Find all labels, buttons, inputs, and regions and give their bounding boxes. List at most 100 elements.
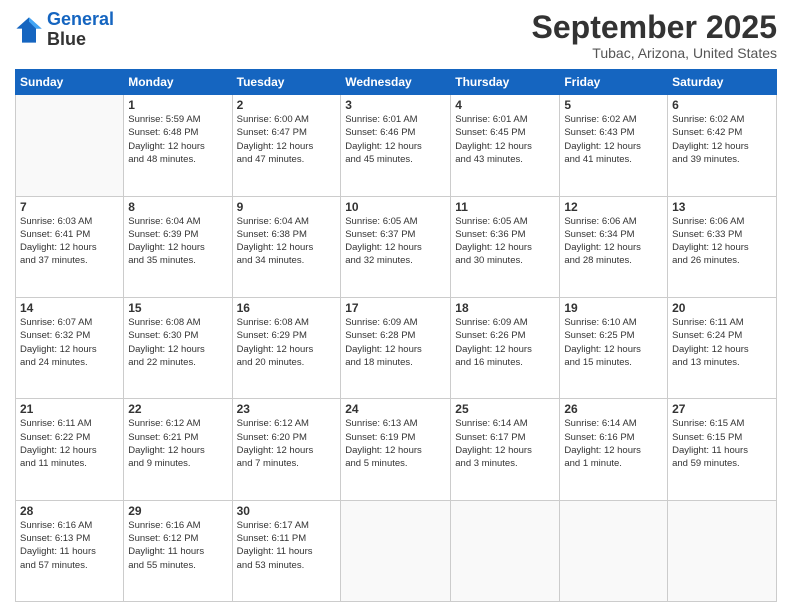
calendar-cell: 27Sunrise: 6:15 AM Sunset: 6:15 PM Dayli… bbox=[668, 399, 777, 500]
subtitle: Tubac, Arizona, United States bbox=[532, 45, 777, 61]
weekday-row: SundayMondayTuesdayWednesdayThursdayFrid… bbox=[16, 70, 777, 95]
calendar-cell bbox=[451, 500, 560, 601]
calendar-cell bbox=[341, 500, 451, 601]
day-number: 28 bbox=[20, 504, 119, 518]
day-info: Sunrise: 6:06 AM Sunset: 6:34 PM Dayligh… bbox=[564, 215, 663, 268]
day-info: Sunrise: 6:01 AM Sunset: 6:45 PM Dayligh… bbox=[455, 113, 555, 166]
day-number: 7 bbox=[20, 200, 119, 214]
day-info: Sunrise: 6:05 AM Sunset: 6:37 PM Dayligh… bbox=[345, 215, 446, 268]
day-info: Sunrise: 6:05 AM Sunset: 6:36 PM Dayligh… bbox=[455, 215, 555, 268]
day-info: Sunrise: 6:17 AM Sunset: 6:11 PM Dayligh… bbox=[237, 519, 337, 572]
weekday-header: Wednesday bbox=[341, 70, 451, 95]
calendar-cell: 10Sunrise: 6:05 AM Sunset: 6:37 PM Dayli… bbox=[341, 196, 451, 297]
calendar-cell: 16Sunrise: 6:08 AM Sunset: 6:29 PM Dayli… bbox=[232, 297, 341, 398]
day-number: 20 bbox=[672, 301, 772, 315]
calendar-header: SundayMondayTuesdayWednesdayThursdayFrid… bbox=[16, 70, 777, 95]
calendar-cell: 4Sunrise: 6:01 AM Sunset: 6:45 PM Daylig… bbox=[451, 95, 560, 196]
calendar-cell bbox=[668, 500, 777, 601]
calendar-week-row: 14Sunrise: 6:07 AM Sunset: 6:32 PM Dayli… bbox=[16, 297, 777, 398]
calendar-cell bbox=[16, 95, 124, 196]
day-number: 5 bbox=[564, 98, 663, 112]
day-number: 13 bbox=[672, 200, 772, 214]
calendar-cell: 22Sunrise: 6:12 AM Sunset: 6:21 PM Dayli… bbox=[124, 399, 232, 500]
day-info: Sunrise: 6:02 AM Sunset: 6:43 PM Dayligh… bbox=[564, 113, 663, 166]
day-number: 27 bbox=[672, 402, 772, 416]
calendar-cell: 20Sunrise: 6:11 AM Sunset: 6:24 PM Dayli… bbox=[668, 297, 777, 398]
calendar-body: 1Sunrise: 5:59 AM Sunset: 6:48 PM Daylig… bbox=[16, 95, 777, 602]
header: General Blue September 2025 Tubac, Arizo… bbox=[15, 10, 777, 61]
day-info: Sunrise: 6:02 AM Sunset: 6:42 PM Dayligh… bbox=[672, 113, 772, 166]
page: General Blue September 2025 Tubac, Arizo… bbox=[0, 0, 792, 612]
calendar-cell: 9Sunrise: 6:04 AM Sunset: 6:38 PM Daylig… bbox=[232, 196, 341, 297]
calendar-cell: 11Sunrise: 6:05 AM Sunset: 6:36 PM Dayli… bbox=[451, 196, 560, 297]
day-info: Sunrise: 6:01 AM Sunset: 6:46 PM Dayligh… bbox=[345, 113, 446, 166]
calendar-cell: 14Sunrise: 6:07 AM Sunset: 6:32 PM Dayli… bbox=[16, 297, 124, 398]
calendar-cell: 25Sunrise: 6:14 AM Sunset: 6:17 PM Dayli… bbox=[451, 399, 560, 500]
day-info: Sunrise: 6:03 AM Sunset: 6:41 PM Dayligh… bbox=[20, 215, 119, 268]
day-info: Sunrise: 6:16 AM Sunset: 6:12 PM Dayligh… bbox=[128, 519, 227, 572]
day-number: 11 bbox=[455, 200, 555, 214]
day-number: 10 bbox=[345, 200, 446, 214]
calendar-cell: 2Sunrise: 6:00 AM Sunset: 6:47 PM Daylig… bbox=[232, 95, 341, 196]
day-number: 16 bbox=[237, 301, 337, 315]
title-block: September 2025 Tubac, Arizona, United St… bbox=[532, 10, 777, 61]
calendar-cell: 21Sunrise: 6:11 AM Sunset: 6:22 PM Dayli… bbox=[16, 399, 124, 500]
day-info: Sunrise: 6:15 AM Sunset: 6:15 PM Dayligh… bbox=[672, 417, 772, 470]
day-number: 2 bbox=[237, 98, 337, 112]
day-info: Sunrise: 6:11 AM Sunset: 6:24 PM Dayligh… bbox=[672, 316, 772, 369]
day-number: 19 bbox=[564, 301, 663, 315]
calendar-cell: 7Sunrise: 6:03 AM Sunset: 6:41 PM Daylig… bbox=[16, 196, 124, 297]
logo: General Blue bbox=[15, 10, 114, 50]
day-number: 15 bbox=[128, 301, 227, 315]
logo-line2: Blue bbox=[47, 30, 114, 50]
calendar-cell: 19Sunrise: 6:10 AM Sunset: 6:25 PM Dayli… bbox=[560, 297, 668, 398]
day-info: Sunrise: 6:09 AM Sunset: 6:26 PM Dayligh… bbox=[455, 316, 555, 369]
logo-text: General Blue bbox=[47, 10, 114, 50]
day-info: Sunrise: 6:08 AM Sunset: 6:30 PM Dayligh… bbox=[128, 316, 227, 369]
calendar-cell: 8Sunrise: 6:04 AM Sunset: 6:39 PM Daylig… bbox=[124, 196, 232, 297]
calendar-cell: 28Sunrise: 6:16 AM Sunset: 6:13 PM Dayli… bbox=[16, 500, 124, 601]
calendar-cell: 26Sunrise: 6:14 AM Sunset: 6:16 PM Dayli… bbox=[560, 399, 668, 500]
weekday-header: Thursday bbox=[451, 70, 560, 95]
day-number: 18 bbox=[455, 301, 555, 315]
calendar-cell: 24Sunrise: 6:13 AM Sunset: 6:19 PM Dayli… bbox=[341, 399, 451, 500]
day-number: 6 bbox=[672, 98, 772, 112]
day-number: 22 bbox=[128, 402, 227, 416]
logo-icon bbox=[15, 16, 43, 44]
day-number: 12 bbox=[564, 200, 663, 214]
calendar-cell: 3Sunrise: 6:01 AM Sunset: 6:46 PM Daylig… bbox=[341, 95, 451, 196]
day-number: 26 bbox=[564, 402, 663, 416]
calendar-cell: 23Sunrise: 6:12 AM Sunset: 6:20 PM Dayli… bbox=[232, 399, 341, 500]
calendar-table: SundayMondayTuesdayWednesdayThursdayFrid… bbox=[15, 69, 777, 602]
day-number: 8 bbox=[128, 200, 227, 214]
day-info: Sunrise: 6:06 AM Sunset: 6:33 PM Dayligh… bbox=[672, 215, 772, 268]
logo-line1: General bbox=[47, 9, 114, 29]
calendar-week-row: 1Sunrise: 5:59 AM Sunset: 6:48 PM Daylig… bbox=[16, 95, 777, 196]
day-info: Sunrise: 6:00 AM Sunset: 6:47 PM Dayligh… bbox=[237, 113, 337, 166]
weekday-header: Monday bbox=[124, 70, 232, 95]
day-info: Sunrise: 6:16 AM Sunset: 6:13 PM Dayligh… bbox=[20, 519, 119, 572]
day-number: 17 bbox=[345, 301, 446, 315]
day-info: Sunrise: 6:12 AM Sunset: 6:21 PM Dayligh… bbox=[128, 417, 227, 470]
calendar-cell: 12Sunrise: 6:06 AM Sunset: 6:34 PM Dayli… bbox=[560, 196, 668, 297]
day-number: 1 bbox=[128, 98, 227, 112]
weekday-header: Saturday bbox=[668, 70, 777, 95]
day-info: Sunrise: 6:07 AM Sunset: 6:32 PM Dayligh… bbox=[20, 316, 119, 369]
calendar-cell: 30Sunrise: 6:17 AM Sunset: 6:11 PM Dayli… bbox=[232, 500, 341, 601]
calendar-week-row: 28Sunrise: 6:16 AM Sunset: 6:13 PM Dayli… bbox=[16, 500, 777, 601]
calendar-week-row: 21Sunrise: 6:11 AM Sunset: 6:22 PM Dayli… bbox=[16, 399, 777, 500]
day-number: 30 bbox=[237, 504, 337, 518]
day-number: 4 bbox=[455, 98, 555, 112]
day-info: Sunrise: 6:14 AM Sunset: 6:17 PM Dayligh… bbox=[455, 417, 555, 470]
day-info: Sunrise: 6:13 AM Sunset: 6:19 PM Dayligh… bbox=[345, 417, 446, 470]
calendar-cell: 6Sunrise: 6:02 AM Sunset: 6:42 PM Daylig… bbox=[668, 95, 777, 196]
weekday-header: Friday bbox=[560, 70, 668, 95]
day-info: Sunrise: 6:08 AM Sunset: 6:29 PM Dayligh… bbox=[237, 316, 337, 369]
day-info: Sunrise: 6:09 AM Sunset: 6:28 PM Dayligh… bbox=[345, 316, 446, 369]
day-info: Sunrise: 6:04 AM Sunset: 6:38 PM Dayligh… bbox=[237, 215, 337, 268]
calendar-cell: 17Sunrise: 6:09 AM Sunset: 6:28 PM Dayli… bbox=[341, 297, 451, 398]
weekday-header: Tuesday bbox=[232, 70, 341, 95]
day-info: Sunrise: 6:04 AM Sunset: 6:39 PM Dayligh… bbox=[128, 215, 227, 268]
day-number: 9 bbox=[237, 200, 337, 214]
day-number: 21 bbox=[20, 402, 119, 416]
